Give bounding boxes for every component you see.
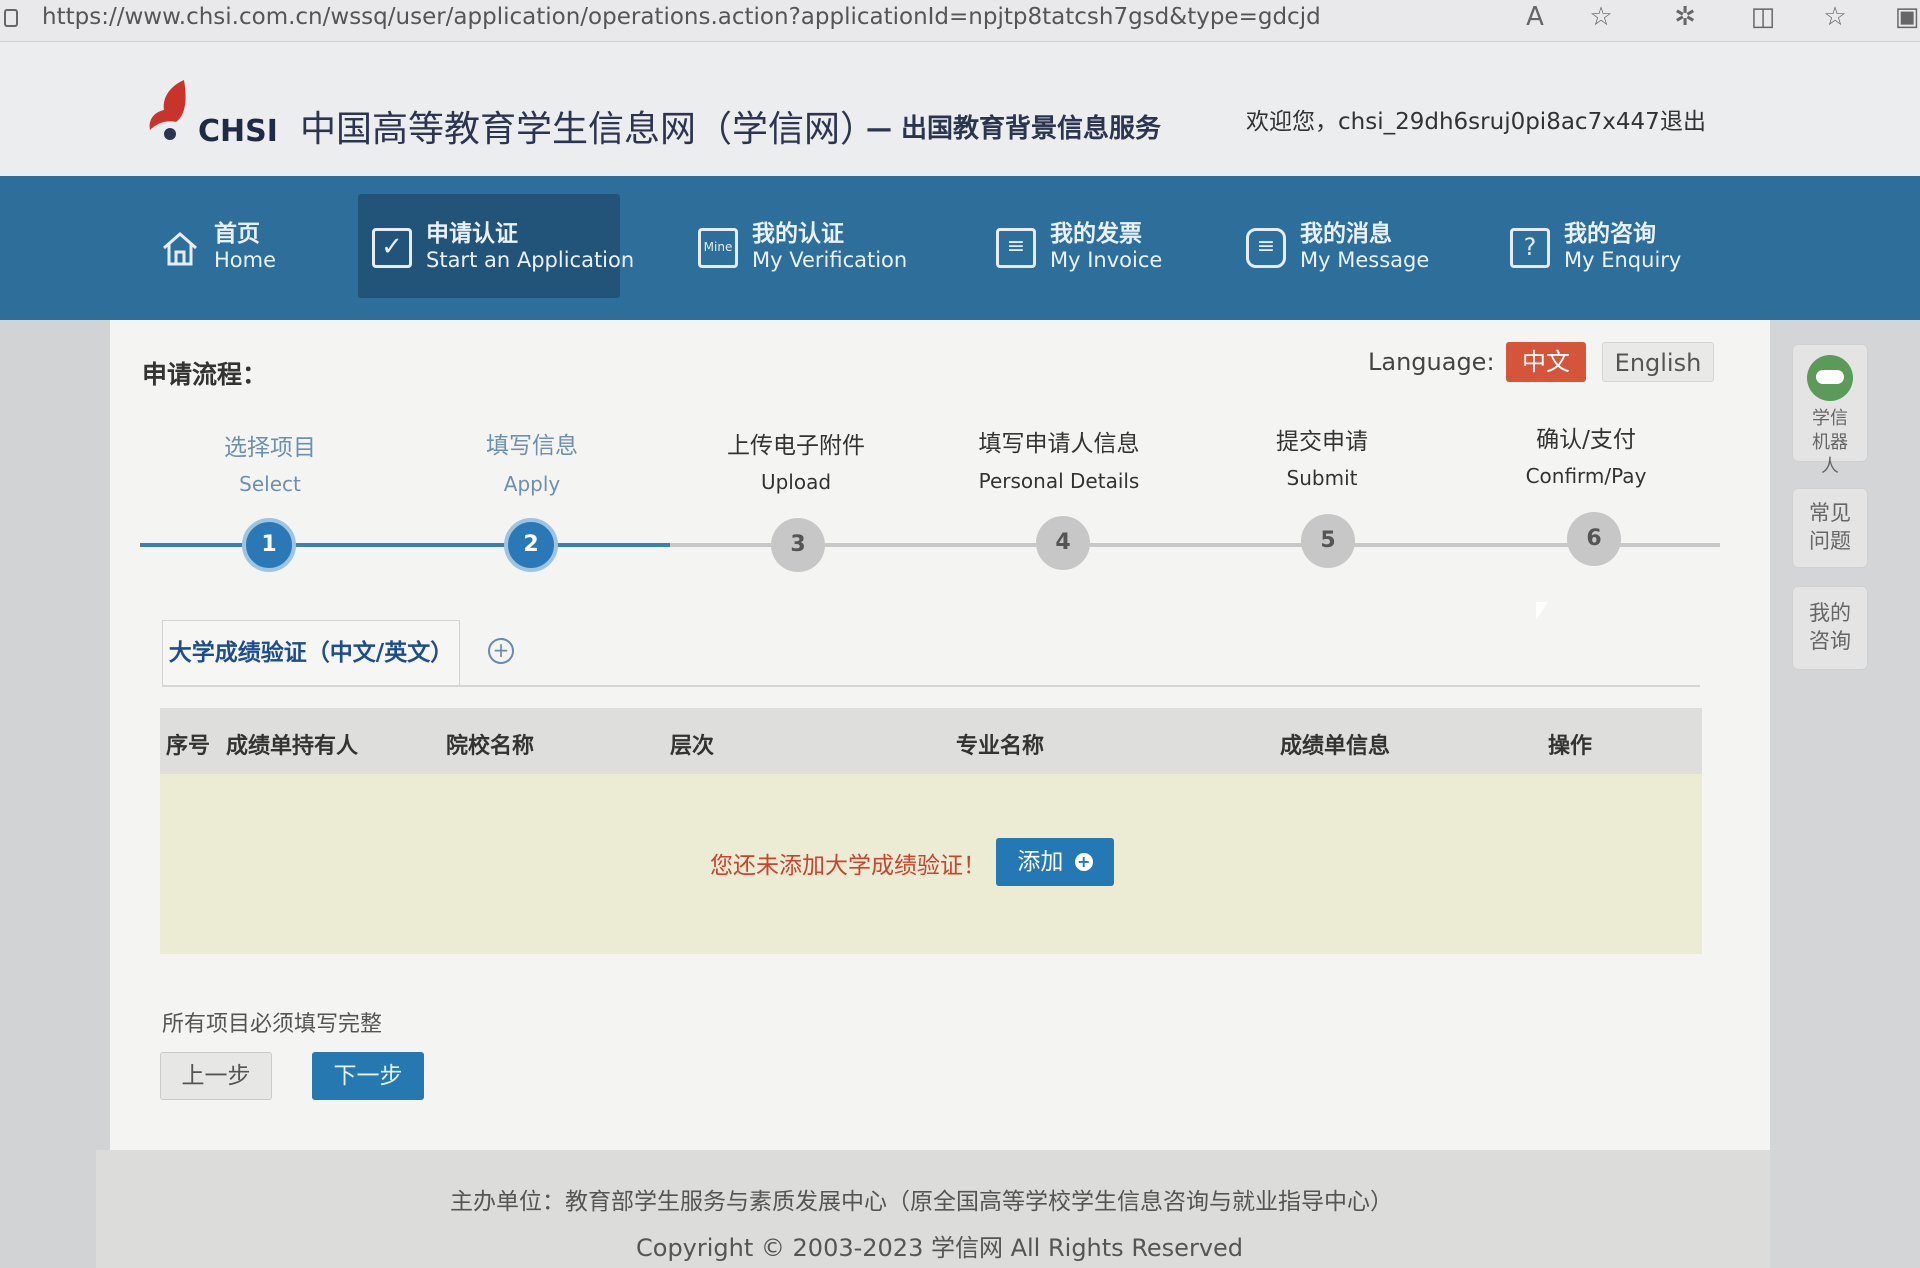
progress-line-todo <box>670 543 1720 547</box>
step-3-label: 上传电子附件 <box>727 433 865 459</box>
question-icon: ? <box>1510 228 1550 268</box>
my-enquiry-side-button[interactable]: 我的咨询 <box>1792 586 1868 670</box>
column-header-transcript-info: 成绩单信息 <box>1280 734 1391 759</box>
step-4-marker: 4 <box>1036 516 1090 570</box>
nav-label-en: My Invoice <box>1050 248 1163 272</box>
language-label: Language: <box>1368 348 1495 376</box>
invoice-icon: ≡ <box>996 228 1036 268</box>
add-button-label: 添加 <box>1017 849 1064 875</box>
step-2-marker: 2 <box>504 518 558 572</box>
step-3-marker: 3 <box>771 518 825 572</box>
footer-organizer: 主办单位：教育部学生服务与素质发展中心（原全国高等学校学生信息咨询与就业指导中心… <box>450 1189 1393 1215</box>
robot-label: 学信机器人 <box>1812 408 1848 477</box>
check-box-icon: ✓ <box>372 228 412 268</box>
nav-item-home[interactable]: 首页 Home <box>146 194 316 298</box>
main-nav: 首页 Home ✓ 申请认证 Start an Application Mine… <box>0 176 1920 320</box>
step-3-sublabel: Upload <box>760 470 832 494</box>
favorite-star-icon[interactable]: ☆ <box>1584 2 1618 32</box>
previous-step-button[interactable]: 上一步 <box>160 1052 272 1100</box>
step-6-sublabel: Confirm/Pay <box>1525 464 1647 488</box>
site-header: CHSI 中国高等教育学生信息网（学信网） — 出国教育背景信息服务 欢迎您，c… <box>0 42 1920 176</box>
url-field[interactable]: https://www.chsi.com.cn/wssq/user/applic… <box>42 4 1321 30</box>
nav-label-en: Start an Application <box>426 248 635 272</box>
message-icon: ≡ <box>1246 228 1286 268</box>
chsi-logo-icon[interactable] <box>140 76 200 144</box>
step-2-label: 填写信息 <box>486 433 578 459</box>
page-info-icon[interactable] <box>4 9 18 27</box>
nav-item-my-enquiry[interactable]: ? 我的咨询 My Enquiry <box>1496 194 1706 298</box>
step-4-label: 填写申请人信息 <box>978 431 1140 457</box>
nav-label-en: My Verification <box>752 248 908 272</box>
logout-link[interactable]: 退出 <box>1660 102 1706 136</box>
step-5-sublabel: Submit <box>1286 466 1358 490</box>
home-icon <box>163 232 197 266</box>
nav-label-cn: 申请认证 <box>426 221 518 247</box>
step-2-sublabel: Apply <box>503 472 561 496</box>
nav-item-my-invoice[interactable]: ≡ 我的发票 My Invoice <box>982 194 1182 298</box>
table-header: 序号 成绩单持有人 院校名称 层次 专业名称 成绩单信息 操作 <box>160 708 1702 774</box>
step-1-sublabel: Select <box>239 472 301 496</box>
column-header-holder: 成绩单持有人 <box>226 734 359 759</box>
split-screen-icon[interactable]: ◫ <box>1746 2 1780 32</box>
certificate-icon: Mine <box>698 228 738 268</box>
step-1-label: 选择项目 <box>224 435 316 461</box>
add-tab-icon[interactable]: + <box>488 638 514 664</box>
language-english-button[interactable]: English <box>1602 342 1714 382</box>
read-aloud-icon[interactable]: A <box>1518 2 1552 32</box>
language-chinese-button[interactable]: 中文 <box>1506 342 1586 382</box>
extensions-icon[interactable]: ✲ <box>1668 2 1702 32</box>
column-header-index: 序号 <box>166 734 211 759</box>
site-title: 中国高等教育学生信息网（学信网） <box>300 109 877 150</box>
nav-label-en: My Message <box>1300 248 1430 272</box>
nav-label-cn: 我的发票 <box>1050 221 1142 247</box>
column-header-actions: 操作 <box>1548 734 1593 759</box>
step-4-sublabel: Personal Details <box>978 469 1140 493</box>
nav-label-cn: 我的咨询 <box>1564 221 1656 247</box>
chat-robot-button[interactable]: 学信机器人 <box>1792 344 1868 477</box>
welcome-text: 欢迎您，chsi_29dh6sruj0pi8ac7x447 <box>1246 109 1660 135</box>
logo-text[interactable]: CHSI <box>198 114 278 149</box>
process-title: 申请流程： <box>142 360 268 389</box>
footer-copyright: Copyright © 2003-2023 学信网 All Rights Res… <box>636 1234 1244 1262</box>
nav-label-en: My Enquiry <box>1564 248 1682 272</box>
nav-item-my-message[interactable]: ≡ 我的消息 My Message <box>1232 194 1442 298</box>
column-header-level: 层次 <box>670 734 715 759</box>
nav-item-start-application[interactable]: ✓ 申请认证 Start an Application <box>358 194 634 298</box>
favorites-icon[interactable]: ☆ <box>1818 2 1852 32</box>
empty-table-message: 您还未添加大学成绩验证！ <box>710 853 986 879</box>
column-header-school: 院校名称 <box>446 734 535 759</box>
nav-label-cn: 我的消息 <box>1300 221 1392 247</box>
nav-item-my-verification[interactable]: Mine 我的认证 My Verification <box>684 194 914 298</box>
nav-label-cn: 首页 <box>214 221 260 247</box>
next-step-button[interactable]: 下一步 <box>312 1052 424 1100</box>
tab-divider <box>162 685 1700 687</box>
column-header-major: 专业名称 <box>956 734 1045 759</box>
mouse-cursor <box>1536 602 1548 620</box>
tab-university-transcript[interactable]: 大学成绩验证（中文/英文） <box>162 620 460 686</box>
plus-circle-icon: + <box>1074 853 1093 871</box>
step-5-marker: 5 <box>1301 514 1355 568</box>
nav-label-en: Home <box>214 248 277 272</box>
step-1-marker: 1 <box>242 518 296 572</box>
nav-label-cn: 我的认证 <box>752 221 844 247</box>
step-6-marker: 6 <box>1567 512 1621 566</box>
left-margin <box>0 320 110 1268</box>
collections-icon[interactable]: ▣ <box>1890 2 1920 32</box>
required-note: 所有项目必须填写完整 <box>162 1012 383 1037</box>
browser-address-bar: https://www.chsi.com.cn/wssq/user/applic… <box>0 0 1920 42</box>
faq-button[interactable]: 常见问题 <box>1792 488 1868 568</box>
site-subtitle: — 出国教育背景信息服务 <box>866 114 1162 144</box>
progress-line-done <box>140 543 670 547</box>
step-5-label: 提交申请 <box>1276 429 1368 455</box>
step-6-label: 确认/支付 <box>1536 427 1636 453</box>
robot-icon <box>1807 355 1853 401</box>
add-transcript-button[interactable]: 添加 + <box>996 838 1114 886</box>
